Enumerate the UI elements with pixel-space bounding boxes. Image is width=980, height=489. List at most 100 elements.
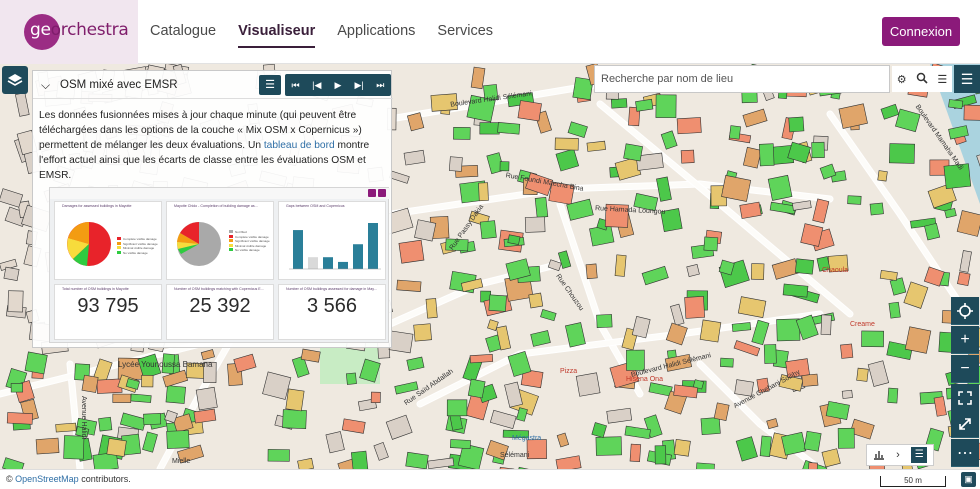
card-title: Damages for assessed buildings in Mayott… xyxy=(62,204,132,208)
building xyxy=(654,445,667,465)
zoom-in-button[interactable]: + xyxy=(951,326,979,354)
building xyxy=(517,100,542,122)
building xyxy=(877,170,888,182)
map-label-poi: Chaoula xyxy=(822,267,849,274)
search-input[interactable]: Recherche par nom de lieu xyxy=(601,73,733,85)
app-header: georchestra Catalogue Visualiseur Applic… xyxy=(0,0,980,64)
pie-legend: Complete visible damage Significant visi… xyxy=(117,237,158,255)
first-icon[interactable]: ⏮ xyxy=(286,80,306,91)
building xyxy=(388,330,414,354)
building xyxy=(729,125,741,140)
building xyxy=(720,357,734,368)
bar xyxy=(368,223,378,269)
chart-icon[interactable] xyxy=(873,448,885,463)
print-icon[interactable]: ▣ xyxy=(961,472,976,487)
more-tools-button[interactable]: ⋯ xyxy=(951,439,979,467)
resize-icon xyxy=(959,417,971,430)
dashboard-link[interactable]: tableau de bord xyxy=(264,140,335,151)
zoom-out-button[interactable]: − xyxy=(951,355,979,383)
building xyxy=(963,104,980,121)
layers-toggle-button[interactable] xyxy=(2,66,28,94)
building xyxy=(554,137,579,151)
next-icon[interactable]: ▶| xyxy=(349,80,369,91)
building xyxy=(759,435,772,457)
building xyxy=(35,437,60,455)
building xyxy=(800,223,824,247)
last-icon[interactable]: ⏭ xyxy=(370,80,390,91)
building xyxy=(425,298,438,319)
search-icon[interactable] xyxy=(916,72,928,87)
search-tools: ⚙ ☰ xyxy=(892,66,952,92)
map-label-poi: Pizza xyxy=(560,368,578,375)
building xyxy=(750,263,765,280)
stat-value: 3 566 xyxy=(306,295,358,317)
map-label-school: Lycée Younoussa Bamana xyxy=(118,360,213,369)
building xyxy=(528,292,544,309)
damage-pie-card: Damages for assessed buildings in Mayott… xyxy=(54,201,162,280)
building xyxy=(448,156,463,172)
dashboard-preview[interactable]: Damages for assessed buildings in Mayott… xyxy=(49,187,390,343)
building xyxy=(469,353,494,364)
building xyxy=(948,99,964,110)
logo[interactable]: georchestra xyxy=(0,0,138,64)
building xyxy=(165,385,186,404)
building xyxy=(478,182,489,202)
burger-menu-button[interactable]: ☰ xyxy=(954,65,980,93)
building xyxy=(524,216,546,233)
list-view-button[interactable]: ☰ xyxy=(259,75,281,95)
scale-bar: 50 m xyxy=(880,476,946,487)
building xyxy=(869,202,884,216)
building xyxy=(840,343,854,359)
table-icon[interactable]: ☰ xyxy=(911,447,928,463)
stat-title: Total number of OSM buildings in Mayotte xyxy=(62,287,129,291)
building xyxy=(763,344,777,364)
media-controls: ⏮ |◀ ▶ ▶| ⏭ xyxy=(285,74,391,96)
list-icon: ☰ xyxy=(265,79,275,91)
login-button[interactable]: Connexion xyxy=(882,17,960,46)
gear-icon[interactable]: ⚙ xyxy=(897,73,907,86)
completion-pie-card: Mayotte Chido - Completion of building d… xyxy=(166,201,274,280)
building xyxy=(629,443,642,463)
bar xyxy=(323,257,333,269)
previous-icon[interactable]: |◀ xyxy=(307,80,327,91)
building xyxy=(81,374,99,393)
building xyxy=(820,314,832,336)
pie-chart xyxy=(176,222,221,266)
building xyxy=(595,436,622,456)
nav-visualiseur[interactable]: Visualiseur xyxy=(238,23,316,48)
chevron-right-icon[interactable]: › xyxy=(896,449,900,461)
building xyxy=(3,266,20,281)
play-icon[interactable]: ▶ xyxy=(328,80,348,91)
stat-title: Number of OSM buildings matching with Co… xyxy=(174,287,264,291)
pie-chart xyxy=(67,222,111,266)
building xyxy=(788,116,805,133)
place-search[interactable]: Recherche par nom de lieu xyxy=(594,65,890,93)
osm-link[interactable]: OpenStreetMap xyxy=(15,474,79,484)
building xyxy=(861,330,884,348)
building xyxy=(370,391,381,404)
nav-catalogue[interactable]: Catalogue xyxy=(150,23,216,42)
nav-services[interactable]: Services xyxy=(437,23,493,42)
bar-chart xyxy=(289,223,381,270)
list-icon[interactable]: ☰ xyxy=(937,73,947,86)
chevron-down-icon[interactable]: ⌵ xyxy=(41,78,50,93)
panel-description: Les données fusionnées mises à jour chaq… xyxy=(39,108,389,183)
zoom-extent-button[interactable] xyxy=(951,410,979,438)
building xyxy=(673,438,691,457)
building xyxy=(55,422,77,433)
building xyxy=(449,439,471,449)
card-title: Mayotte Chido - Completion of building d… xyxy=(174,204,258,208)
minus-icon: − xyxy=(960,359,970,377)
building xyxy=(396,279,422,292)
locate-button[interactable] xyxy=(951,297,979,325)
building xyxy=(112,393,132,403)
building xyxy=(24,351,48,375)
building xyxy=(811,141,825,159)
stat-value: 93 795 xyxy=(77,295,139,317)
logo-text: georchestra xyxy=(30,20,129,40)
fullscreen-button[interactable] xyxy=(951,384,979,412)
gaps-bar-card: Gaps between OSM and Copernicus xyxy=(278,201,386,280)
building xyxy=(479,220,497,240)
building xyxy=(596,314,613,329)
nav-applications[interactable]: Applications xyxy=(337,23,415,42)
